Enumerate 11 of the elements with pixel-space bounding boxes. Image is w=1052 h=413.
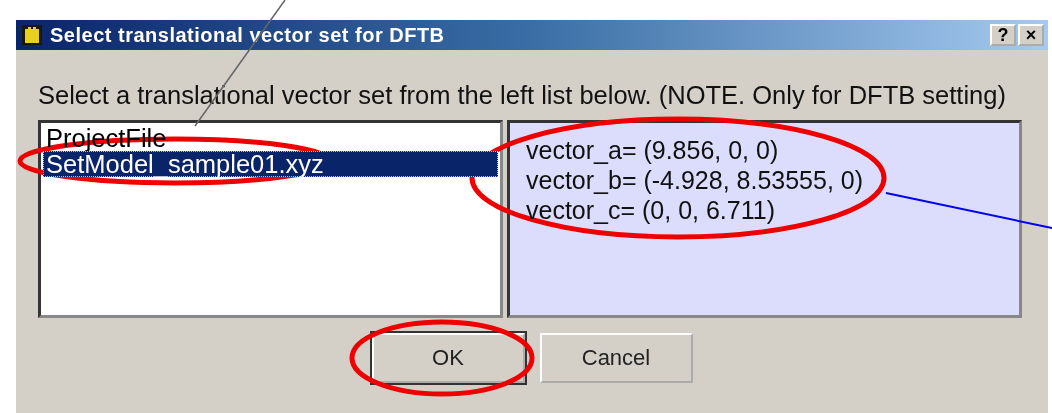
- ok-button[interactable]: OK: [371, 333, 525, 383]
- vector-text: vector_b= (-4.928, 8.53555, 0): [526, 165, 864, 195]
- close-button[interactable]: ×: [1018, 24, 1044, 46]
- window-title: Select translational vector set for DFTB: [50, 23, 446, 47]
- instruction-text: Select a translational vector set from the left list below. (NOTE. Only for DFTB setting): [37, 80, 1007, 110]
- list-item[interactable]: SetModel_sample01.xyz: [43, 151, 498, 177]
- help-button[interactable]: ?: [990, 24, 1016, 46]
- vector-text: vector_c= (0, 0, 6.711): [526, 195, 775, 225]
- cancel-button[interactable]: Cancel: [539, 333, 693, 383]
- app-icon: [20, 23, 44, 47]
- vector-text: vector_a= (9.856, 0, 0): [526, 135, 779, 165]
